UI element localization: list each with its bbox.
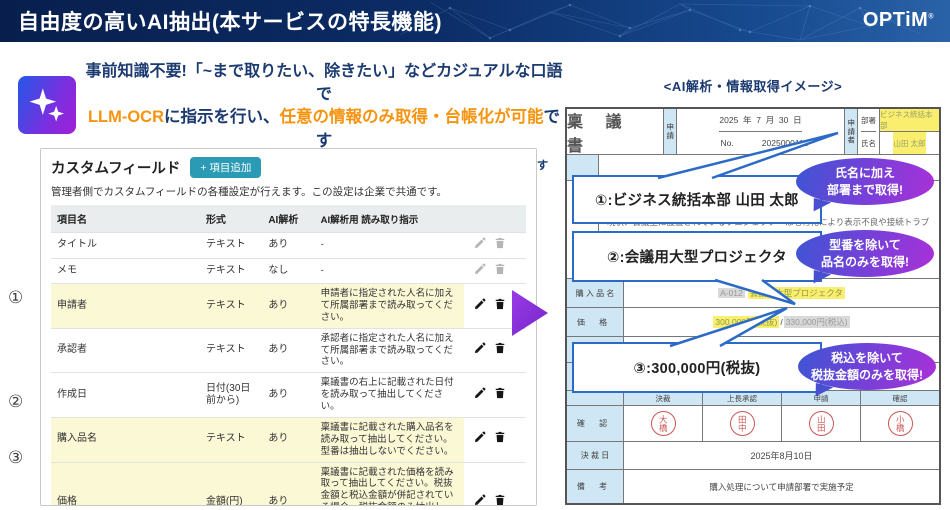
trash-icon[interactable] (490, 263, 510, 278)
bubble-2: 型番を除いて 品名のみを取得! (796, 230, 934, 277)
banner: 自由度の高いAI抽出(本サービスの特長機能) OPTiM® (0, 0, 950, 42)
trash-icon[interactable] (490, 237, 510, 252)
marker-1: ① (8, 288, 23, 308)
doc-approval-header: 確認 (861, 391, 939, 405)
preview-title: <AI解析・情報取得イメージ> (565, 76, 941, 95)
stamp-seal: 山田 (809, 411, 834, 436)
panel-description: 管理者側でカスタムフィールドの各種設定が行えます。この設定は企業で共通です。 (51, 184, 526, 199)
marker-3: ③ (8, 448, 23, 468)
column-header-actions (464, 205, 526, 233)
add-field-button[interactable]: + 項目追加 (190, 157, 261, 178)
table-row: タイトル テキスト あり - (51, 233, 526, 259)
pencil-icon[interactable] (470, 263, 490, 278)
bubble-3: 税込を除いて 税抜金額のみを取得! (798, 343, 936, 390)
doc-confirm-label: 確 認 (567, 406, 624, 441)
doc-approval-header: 決裁 (624, 391, 703, 405)
doc-approval-header-row: 決裁 上長承認 申請 確認 (567, 391, 939, 406)
doc-name-label: 氏名 (861, 132, 876, 154)
callout-1: ①:ビジネス統括本部 山田 太郎 (572, 175, 822, 224)
doc-approval-header: 上長承認 (703, 391, 782, 405)
intro-line1: 事前知識不要!「~まで取りたい、除きたい」などカジュアルな口語で (80, 60, 568, 106)
column-header-ai: AI解析 (262, 205, 314, 233)
doc-stamps-row: 確 認 大橋 田中 山田 小橋 (567, 406, 939, 442)
table-header-row: 項目名 形式 AI解析 AI解析用 読み取り指示 (51, 205, 526, 233)
marker-2: ② (8, 392, 23, 412)
column-header-name: 項目名 (51, 205, 200, 233)
doc-notes-label: 備 考 (567, 470, 624, 503)
doc-item-label: 購 入 品 名 (567, 279, 624, 307)
callout-3-pointer (655, 303, 805, 348)
pencil-icon[interactable] (470, 342, 490, 357)
stamp-seal: 小橋 (888, 411, 913, 436)
callout-2: ②:会議用大型プロジェクタ (572, 231, 822, 282)
trash-icon[interactable] (490, 342, 510, 357)
table-row-highlighted: 申請者 テキスト あり 申請者に指定された人名に加えて所属部署まで読み取ってくだ… (51, 284, 526, 329)
callout-3: ③:300,000円(税抜) (572, 342, 822, 393)
panel-title: カスタムフィールド (51, 157, 180, 178)
table-row-highlighted: 購入品名 テキスト あり 稟議書に記載された購入品名を読み取って抽出してください… (51, 417, 526, 462)
table-row: 承認者 テキスト あり 承認者に指定された人名に加えて所属部署まで読み取ってくだ… (51, 328, 526, 373)
table-row: 作成日 日付(30日前から) あり 稟議書の右上に記載された日付を読み取って抽出… (51, 373, 526, 418)
custom-fields-table: 項目名 形式 AI解析 AI解析用 読み取り指示 タイトル テキスト あり - … (51, 205, 526, 506)
pencil-icon[interactable] (470, 494, 490, 506)
doc-price-label: 価 格 (567, 308, 624, 336)
doc-notes-row: 備 考 購入処理について申請部署で実施予定 (567, 470, 939, 503)
column-header-format: 形式 (200, 205, 262, 233)
doc-dept-value: ビジネス統括本部 (880, 109, 939, 132)
trash-icon[interactable] (490, 387, 510, 402)
table-row-highlighted: 価格 金額(円) あり 稟議書に記載された価格を読み取って抽出してください。税抜… (51, 462, 526, 506)
doc-notes-value: 購入処理について申請部署で実施予定 (624, 470, 939, 503)
pencil-icon[interactable] (470, 298, 490, 313)
pencil-icon[interactable] (470, 431, 490, 446)
trash-icon[interactable] (490, 494, 510, 506)
trash-icon[interactable] (490, 298, 510, 313)
pencil-icon[interactable] (470, 387, 490, 402)
stamp-seal: 田中 (730, 411, 755, 436)
doc-name-value: 山田 太郎 (893, 132, 925, 154)
bubble-1: 氏名に加え 部署まで取得! (796, 158, 934, 205)
doc-decision-label: 決 裁 日 (567, 442, 624, 469)
slide: { "banner": { "title": "自由度の高いAI抽出(本サービス… (0, 0, 950, 510)
table-row: メモ テキスト なし - (51, 258, 526, 284)
page-title: 自由度の高いAI抽出(本サービスの特長機能) (0, 6, 442, 36)
doc-dept-label: 部署 (861, 109, 876, 132)
doc-decision-row: 決 裁 日 2025年8月10日 (567, 442, 939, 470)
doc-decision-value: 2025年8月10日 (624, 442, 939, 469)
pencil-icon[interactable] (470, 237, 490, 252)
stamp-seal: 大橋 (651, 411, 676, 436)
optim-logo: OPTiM® (863, 9, 934, 32)
trash-icon[interactable] (490, 431, 510, 446)
column-header-instruction: AI解析用 読み取り指示 (315, 205, 464, 233)
custom-fields-panel: カスタムフィールド + 項目追加 管理者側でカスタムフィールドの各種設定が行えま… (40, 148, 537, 506)
sparkles-icon (18, 76, 76, 134)
arrow-right-icon (512, 290, 548, 336)
